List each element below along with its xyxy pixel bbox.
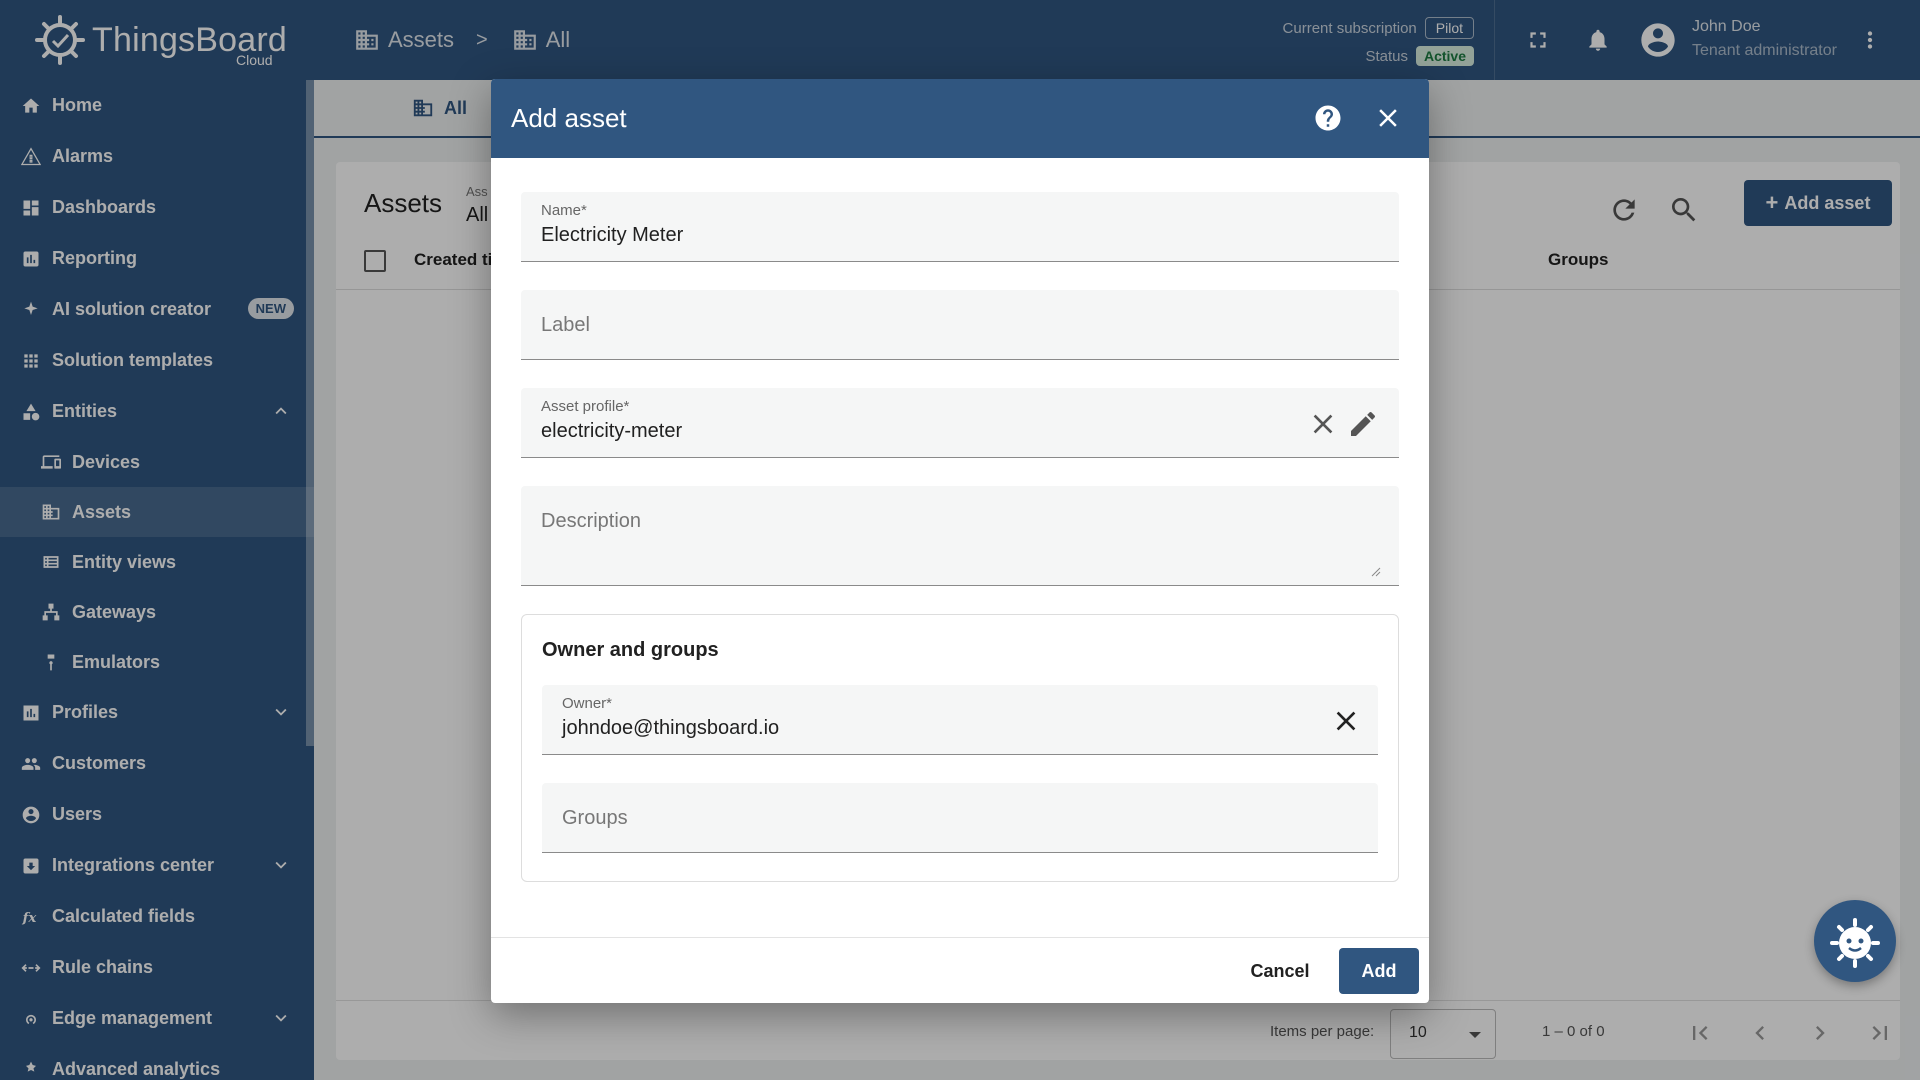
asset-profile-label: Asset profile*	[541, 398, 630, 415]
asset-profile-field[interactable]: Asset profile* electricity-meter	[521, 388, 1399, 458]
ai-assistant-button[interactable]	[1814, 900, 1896, 982]
owner-label: Owner*	[562, 695, 613, 712]
resize-grip-icon[interactable]	[1371, 567, 1381, 577]
description-field[interactable]: Description	[521, 486, 1399, 586]
description-placeholder: Description	[541, 510, 642, 532]
groups-field[interactable]: Groups	[542, 783, 1378, 853]
close-icon[interactable]	[1373, 103, 1403, 133]
add-asset-dialog: Add asset Name* Electricity Meter Label …	[491, 79, 1429, 1003]
groups-placeholder: Groups	[562, 807, 628, 829]
label-placeholder: Label	[541, 314, 590, 336]
owner-value: johndoe@thingsboard.io	[562, 717, 780, 739]
name-value: Electricity Meter	[541, 224, 684, 246]
edit-pencil-icon[interactable]	[1347, 408, 1379, 440]
clear-icon[interactable]	[1307, 408, 1339, 440]
label-field[interactable]: Label	[521, 290, 1399, 360]
name-label: Name*	[541, 202, 587, 219]
cancel-button[interactable]: Cancel	[1225, 948, 1335, 994]
dialog-title: Add asset	[511, 103, 627, 133]
dialog-header: Add asset	[491, 79, 1429, 158]
name-field[interactable]: Name* Electricity Meter	[521, 192, 1399, 262]
help-icon[interactable]	[1313, 103, 1343, 133]
clear-icon[interactable]	[1330, 705, 1362, 737]
section-title: Owner and groups	[542, 639, 719, 661]
asset-profile-value: electricity-meter	[541, 420, 683, 442]
owner-and-groups-section: Owner and groups Owner* johndoe@thingsbo…	[521, 614, 1399, 882]
owner-field[interactable]: Owner* johndoe@thingsboard.io	[542, 685, 1378, 755]
dialog-footer: Cancel Add	[491, 937, 1429, 1003]
robot-icon	[1830, 918, 1880, 968]
add-button[interactable]: Add	[1339, 948, 1419, 994]
